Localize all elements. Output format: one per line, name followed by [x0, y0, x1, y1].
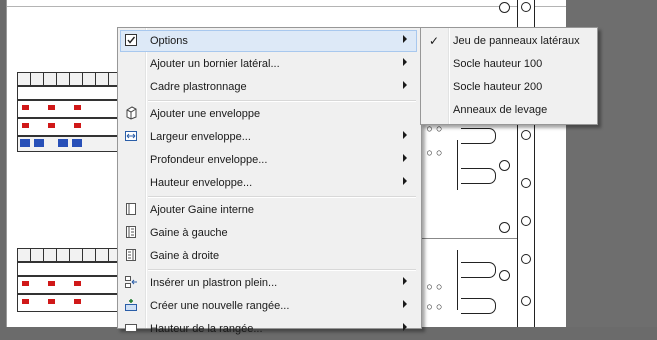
checkmark-icon: ✓	[429, 34, 440, 48]
submenu-item-base-100[interactable]: Socle hauteur 100	[423, 53, 595, 75]
menu-item-enclosure-width[interactable]: Largeur enveloppe...	[120, 126, 417, 148]
plate-icon	[124, 275, 138, 289]
equipment-group-2[interactable]	[17, 248, 121, 318]
new-row-icon	[124, 298, 138, 312]
equipment-group-1[interactable]	[17, 72, 121, 152]
module-row	[17, 262, 121, 276]
menu-separator	[148, 269, 416, 271]
module-row	[17, 136, 121, 152]
submenu-item-side-panels[interactable]: ✓ Jeu de panneaux latéraux	[423, 30, 595, 52]
module-row	[17, 72, 121, 86]
module-row	[17, 248, 121, 262]
row-height-icon	[124, 321, 138, 335]
menu-item-front-plate-frame[interactable]: Cadre plastronnage	[120, 76, 417, 98]
menu-item-new-row[interactable]: Créer une nouvelle rangée...	[120, 295, 417, 317]
module-row	[17, 294, 121, 312]
menu-item-add-side-terminal[interactable]: Ajouter un bornier latéral...	[120, 53, 417, 75]
options-submenu[interactable]: ✓ Jeu de panneaux latéraux Socle hauteur…	[420, 27, 598, 125]
duct-right-icon	[124, 248, 138, 262]
menu-item-enclosure-height[interactable]: Hauteur enveloppe...	[120, 172, 417, 194]
submenu-arrow-icon	[403, 323, 407, 331]
submenu-arrow-icon	[403, 81, 407, 89]
menu-item-add-internal-duct[interactable]: Ajouter Gaine interne	[120, 199, 417, 221]
submenu-item-base-200[interactable]: Socle hauteur 200	[423, 76, 595, 98]
terminal-dots: ○ ○	[427, 148, 442, 157]
options-checkbox-icon	[124, 33, 138, 47]
submenu-arrow-icon	[403, 277, 407, 285]
context-menu[interactable]: Options Ajouter un bornier latéral... Ca…	[117, 27, 422, 335]
terminal-dots: ○ ○	[427, 302, 442, 311]
width-icon	[124, 129, 138, 143]
menu-item-duct-right[interactable]: Gaine à droite	[120, 245, 417, 267]
submenu-arrow-icon	[403, 58, 407, 66]
submenu-arrow-icon	[403, 131, 407, 139]
menu-item-duct-left[interactable]: Gaine à gauche	[120, 222, 417, 244]
module-row	[17, 86, 121, 100]
submenu-arrow-icon	[403, 300, 407, 308]
module-row	[17, 276, 121, 294]
duct-icon	[124, 202, 138, 216]
terminal-dots: ○ ○	[427, 282, 442, 291]
menu-item-row-height[interactable]: Hauteur de la rangée...	[120, 318, 417, 340]
menu-item-enclosure-depth[interactable]: Profondeur enveloppe...	[120, 149, 417, 171]
duct-left-icon	[124, 225, 138, 239]
terminal-dots: ○ ○	[427, 124, 442, 133]
submenu-arrow-icon	[403, 177, 407, 185]
submenu-arrow-icon	[403, 154, 407, 162]
enclosure-icon	[124, 106, 138, 120]
menu-item-add-enclosure[interactable]: Ajouter une enveloppe	[120, 103, 417, 125]
menu-item-insert-front-plate[interactable]: Insérer un plastron plein...	[120, 272, 417, 294]
menu-separator	[148, 100, 416, 102]
module-row	[17, 100, 121, 118]
menu-separator	[148, 196, 416, 198]
module-row	[17, 118, 121, 136]
menu-item-options[interactable]: Options	[120, 30, 417, 52]
submenu-arrow-icon	[403, 35, 407, 43]
submenu-item-lifting-rings[interactable]: Anneaux de levage	[423, 99, 595, 121]
